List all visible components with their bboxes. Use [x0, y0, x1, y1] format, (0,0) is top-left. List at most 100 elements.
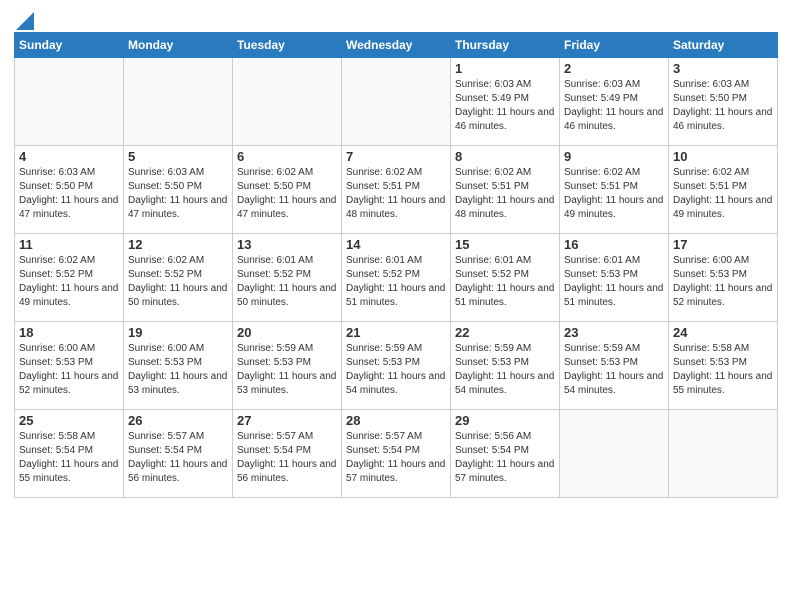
- calendar-cell: 27 Sunrise: 5:57 AM Sunset: 5:54 PM Dayli…: [233, 410, 342, 498]
- calendar-cell: [233, 58, 342, 146]
- day-info: Sunrise: 6:01 AM Sunset: 5:52 PM Dayligh…: [237, 254, 337, 310]
- logo-icon: [16, 12, 34, 30]
- day-info: Sunrise: 6:03 AM Sunset: 5:49 PM Dayligh…: [564, 78, 664, 134]
- day-info: Sunrise: 6:03 AM Sunset: 5:49 PM Dayligh…: [455, 78, 555, 134]
- day-info: Sunrise: 5:59 AM Sunset: 5:53 PM Dayligh…: [346, 342, 446, 398]
- day-number: 18: [19, 325, 119, 340]
- calendar-cell: 25 Sunrise: 5:58 AM Sunset: 5:54 PM Dayli…: [15, 410, 124, 498]
- day-info: Sunrise: 6:02 AM Sunset: 5:51 PM Dayligh…: [564, 166, 664, 222]
- day-info: Sunrise: 6:02 AM Sunset: 5:52 PM Dayligh…: [19, 254, 119, 310]
- day-info: Sunrise: 5:58 AM Sunset: 5:54 PM Dayligh…: [19, 430, 119, 486]
- day-number: 29: [455, 413, 555, 428]
- day-info: Sunrise: 6:00 AM Sunset: 5:53 PM Dayligh…: [673, 254, 773, 310]
- day-info: Sunrise: 6:02 AM Sunset: 5:50 PM Dayligh…: [237, 166, 337, 222]
- day-info: Sunrise: 5:57 AM Sunset: 5:54 PM Dayligh…: [128, 430, 228, 486]
- logo: [14, 14, 34, 28]
- calendar-cell: 28 Sunrise: 5:57 AM Sunset: 5:54 PM Dayli…: [342, 410, 451, 498]
- calendar-cell: 19 Sunrise: 6:00 AM Sunset: 5:53 PM Dayli…: [124, 322, 233, 410]
- calendar-week-3: 18 Sunrise: 6:00 AM Sunset: 5:53 PM Dayli…: [15, 322, 778, 410]
- day-number: 22: [455, 325, 555, 340]
- calendar-cell: 21 Sunrise: 5:59 AM Sunset: 5:53 PM Dayli…: [342, 322, 451, 410]
- day-info: Sunrise: 6:01 AM Sunset: 5:52 PM Dayligh…: [346, 254, 446, 310]
- calendar-cell: [560, 410, 669, 498]
- calendar-cell: 11 Sunrise: 6:02 AM Sunset: 5:52 PM Dayli…: [15, 234, 124, 322]
- calendar-week-0: 1 Sunrise: 6:03 AM Sunset: 5:49 PM Daylig…: [15, 58, 778, 146]
- calendar-header-row: SundayMondayTuesdayWednesdayThursdayFrid…: [15, 33, 778, 58]
- day-number: 7: [346, 149, 446, 164]
- day-number: 14: [346, 237, 446, 252]
- day-number: 4: [19, 149, 119, 164]
- calendar-cell: 1 Sunrise: 6:03 AM Sunset: 5:49 PM Daylig…: [451, 58, 560, 146]
- calendar-header-sunday: Sunday: [15, 33, 124, 58]
- calendar-week-2: 11 Sunrise: 6:02 AM Sunset: 5:52 PM Dayli…: [15, 234, 778, 322]
- day-number: 1: [455, 61, 555, 76]
- calendar-cell: [342, 58, 451, 146]
- calendar-cell: 18 Sunrise: 6:00 AM Sunset: 5:53 PM Dayli…: [15, 322, 124, 410]
- calendar-cell: 20 Sunrise: 5:59 AM Sunset: 5:53 PM Dayli…: [233, 322, 342, 410]
- calendar-cell: 7 Sunrise: 6:02 AM Sunset: 5:51 PM Daylig…: [342, 146, 451, 234]
- calendar-cell: 4 Sunrise: 6:03 AM Sunset: 5:50 PM Daylig…: [15, 146, 124, 234]
- day-number: 19: [128, 325, 228, 340]
- day-info: Sunrise: 6:00 AM Sunset: 5:53 PM Dayligh…: [19, 342, 119, 398]
- calendar-cell: 12 Sunrise: 6:02 AM Sunset: 5:52 PM Dayli…: [124, 234, 233, 322]
- day-info: Sunrise: 6:00 AM Sunset: 5:53 PM Dayligh…: [128, 342, 228, 398]
- header: [14, 10, 778, 28]
- calendar-cell: 15Sunrise: 6:01 AM Sunset: 5:52 PM Dayli…: [451, 234, 560, 322]
- day-info: Sunrise: 6:03 AM Sunset: 5:50 PM Dayligh…: [128, 166, 228, 222]
- calendar-cell: 13 Sunrise: 6:01 AM Sunset: 5:52 PM Dayli…: [233, 234, 342, 322]
- calendar-cell: 24Sunrise: 5:58 AM Sunset: 5:53 PM Dayli…: [669, 322, 778, 410]
- calendar-cell: 23 Sunrise: 5:59 AM Sunset: 5:53 PM Dayli…: [560, 322, 669, 410]
- day-number: 13: [237, 237, 337, 252]
- day-number: 28: [346, 413, 446, 428]
- calendar-cell: 26 Sunrise: 5:57 AM Sunset: 5:54 PM Dayli…: [124, 410, 233, 498]
- day-number: 21: [346, 325, 446, 340]
- day-info: Sunrise: 5:56 AM Sunset: 5:54 PM Dayligh…: [455, 430, 555, 486]
- day-number: 25: [19, 413, 119, 428]
- calendar-header-friday: Friday: [560, 33, 669, 58]
- calendar-table: SundayMondayTuesdayWednesdayThursdayFrid…: [14, 32, 778, 498]
- calendar-cell: 2 Sunrise: 6:03 AM Sunset: 5:49 PM Daylig…: [560, 58, 669, 146]
- day-number: 8: [455, 149, 555, 164]
- day-number: 17: [673, 237, 773, 252]
- calendar-cell: [669, 410, 778, 498]
- day-number: 5: [128, 149, 228, 164]
- day-number: 24: [673, 325, 773, 340]
- day-info: Sunrise: 6:02 AM Sunset: 5:51 PM Dayligh…: [673, 166, 773, 222]
- day-number: 27: [237, 413, 337, 428]
- day-info: Sunrise: 6:01 AM Sunset: 5:53 PM Dayligh…: [564, 254, 664, 310]
- day-info: Sunrise: 6:02 AM Sunset: 5:51 PM Dayligh…: [346, 166, 446, 222]
- day-info: Sunrise: 5:57 AM Sunset: 5:54 PM Dayligh…: [237, 430, 337, 486]
- day-info: Sunrise: 5:59 AM Sunset: 5:53 PM Dayligh…: [564, 342, 664, 398]
- calendar-header-thursday: Thursday: [451, 33, 560, 58]
- calendar-cell: [15, 58, 124, 146]
- calendar-cell: 8 Sunrise: 6:02 AM Sunset: 5:51 PM Daylig…: [451, 146, 560, 234]
- day-info: Sunrise: 5:57 AM Sunset: 5:54 PM Dayligh…: [346, 430, 446, 486]
- calendar-header-saturday: Saturday: [669, 33, 778, 58]
- calendar-header-monday: Monday: [124, 33, 233, 58]
- day-info: Sunrise: 5:59 AM Sunset: 5:53 PM Dayligh…: [237, 342, 337, 398]
- calendar-cell: [124, 58, 233, 146]
- day-number: 26: [128, 413, 228, 428]
- calendar-cell: 22 Sunrise: 5:59 AM Sunset: 5:53 PM Dayli…: [451, 322, 560, 410]
- day-info: Sunrise: 6:03 AM Sunset: 5:50 PM Dayligh…: [19, 166, 119, 222]
- day-number: 6: [237, 149, 337, 164]
- calendar-cell: 10Sunrise: 6:02 AM Sunset: 5:51 PM Dayli…: [669, 146, 778, 234]
- day-number: 12: [128, 237, 228, 252]
- calendar-cell: 29 Sunrise: 5:56 AM Sunset: 5:54 PM Dayli…: [451, 410, 560, 498]
- calendar-cell: 17 Sunrise: 6:00 AM Sunset: 5:53 PM Dayli…: [669, 234, 778, 322]
- day-number: 11: [19, 237, 119, 252]
- page-container: SundayMondayTuesdayWednesdayThursdayFrid…: [0, 0, 792, 508]
- day-number: 20: [237, 325, 337, 340]
- day-number: 23: [564, 325, 664, 340]
- calendar-cell: 6 Sunrise: 6:02 AM Sunset: 5:50 PM Daylig…: [233, 146, 342, 234]
- day-info: Sunrise: 5:59 AM Sunset: 5:53 PM Dayligh…: [455, 342, 555, 398]
- day-info: Sunrise: 6:02 AM Sunset: 5:52 PM Dayligh…: [128, 254, 228, 310]
- day-number: 16: [564, 237, 664, 252]
- day-number: 2: [564, 61, 664, 76]
- day-info: Sunrise: 6:01 AM Sunset: 5:52 PM Dayligh…: [455, 254, 555, 310]
- day-info: Sunrise: 6:02 AM Sunset: 5:51 PM Dayligh…: [455, 166, 555, 222]
- calendar-cell: 3Sunrise: 6:03 AM Sunset: 5:50 PM Daylig…: [669, 58, 778, 146]
- calendar-cell: 9 Sunrise: 6:02 AM Sunset: 5:51 PM Daylig…: [560, 146, 669, 234]
- calendar-week-1: 4 Sunrise: 6:03 AM Sunset: 5:50 PM Daylig…: [15, 146, 778, 234]
- day-number: 9: [564, 149, 664, 164]
